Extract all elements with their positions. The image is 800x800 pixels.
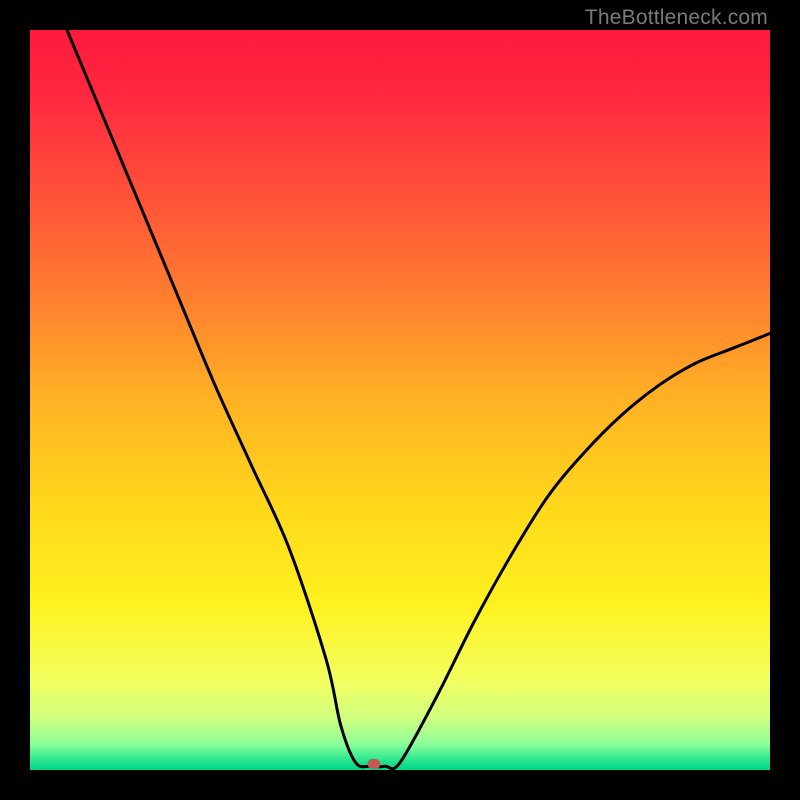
bottleneck-curve bbox=[30, 30, 770, 770]
watermark-text: TheBottleneck.com bbox=[585, 6, 768, 30]
chart-frame: TheBottleneck.com bbox=[0, 0, 800, 800]
plot-area bbox=[30, 30, 770, 770]
optimal-point-marker bbox=[368, 759, 381, 769]
